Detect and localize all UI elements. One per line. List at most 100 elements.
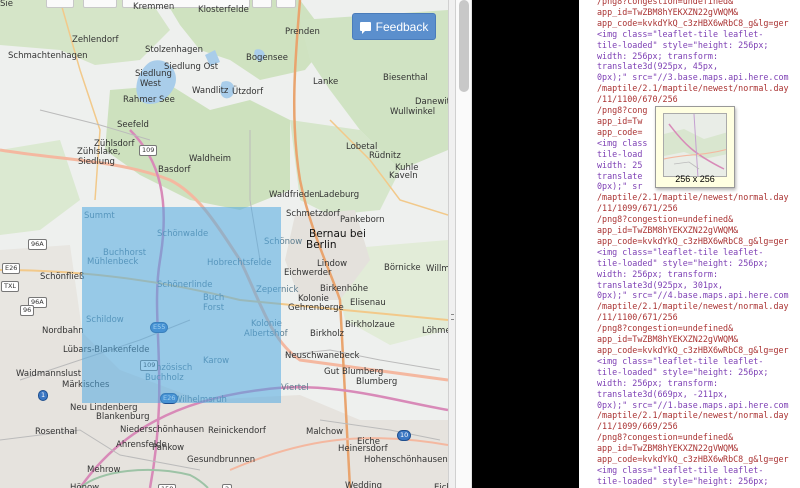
map-place-label: Bernau bei (309, 228, 366, 240)
map-place-label: Gut Blumberg (324, 367, 384, 377)
road-shield: 158 (158, 484, 177, 488)
map-place-label: Eichwerder (284, 268, 332, 278)
map-place-label: Rosenthal (35, 427, 78, 437)
code-line: 0px);" src="//4.base.maps.api.here.com (597, 290, 789, 301)
road-shield: 96A (28, 239, 47, 250)
map-place-label: Gesundbrunnen (187, 455, 256, 465)
code-line: <img class="leaflet-tile leaflet- (597, 28, 764, 39)
map-place-label: Hönow (70, 483, 100, 488)
map-place-label: Viertel (281, 383, 309, 393)
scrollbar-thumb[interactable] (459, 0, 469, 92)
scrollbar[interactable] (456, 0, 472, 488)
map-place-label: Malchow (306, 427, 344, 437)
map-place-label: Basdorf (158, 165, 191, 175)
map-place-label: Wedding (345, 481, 383, 488)
map-place-label: Siedlung (78, 157, 115, 167)
feedback-button[interactable]: Feedback (352, 13, 436, 40)
code-line: tile-loaded" style="height: 256px; (597, 475, 769, 486)
code-line: width: 256px; transform: (597, 50, 719, 61)
map-place-label: Birkholzaue (345, 320, 395, 330)
map-place-label: Birkenhöhe (320, 284, 369, 294)
map-place-label: Berlin (306, 239, 337, 251)
map-place-label: Zühlslake, (77, 147, 121, 157)
code-line: app_code=kvkdYkQ_c3zHBX6wRbC8_g&lg=ger (597, 345, 789, 355)
map-control-button[interactable] (252, 0, 272, 8)
map-place-label: Niederschönhausen (120, 425, 205, 435)
road-shield: 10 (397, 430, 412, 441)
code-line: /maptile/2.1/maptile/newest/normal.day (597, 83, 789, 94)
code-line: translate3d(925px, 301px, (597, 279, 724, 290)
code-line: <img class="leaflet-tile leaflet- (597, 464, 764, 475)
code-line: /png8?congestion=undefined& (597, 214, 734, 225)
code-line: /png8?congestion=undefined& (597, 0, 734, 6)
code-line: 0px);" src="//1.base.maps.api.here.com (597, 399, 789, 410)
code-line: translate3d(669px, -211px, (597, 388, 729, 399)
map-place-label: Eiche-Süd (434, 483, 448, 488)
code-line: /png8?congestion=undefined& (597, 323, 734, 334)
code-line: app_id=TwZBM8hYEKXZN22gVWQM& (597, 6, 739, 17)
road-shield: E26 (2, 263, 21, 274)
map-place-label: Wandlitz (192, 86, 229, 96)
map-place-label: Ladeburg (319, 190, 360, 200)
map-place-label: Blumberg (356, 377, 398, 387)
map-place-label: Seefeld (117, 120, 149, 130)
map-place-label: Kremmen (133, 2, 175, 12)
map-place-label: Schönfließ (40, 272, 85, 282)
map-place-label: Pankow (152, 443, 185, 453)
code-line: app_id=TwZBM8hYEKXZN22gVWQM& (597, 225, 739, 236)
map-place-label: Birkholz (310, 329, 345, 339)
map-place-label: Biesenthal (383, 73, 428, 83)
map-place-label: Siedlung (135, 69, 172, 79)
image-size-label: 256 x 256 (675, 174, 715, 184)
map-place-label: Gehrenberge (288, 303, 344, 313)
map-place-label: Waldfrieden (269, 190, 320, 200)
map-place-label: Elisenau (350, 298, 386, 308)
code-line: translate3d(925px, 45px, (597, 61, 719, 72)
code-line: /11/1100/670/256 (597, 94, 678, 105)
map-place-label: Klosterfelde (198, 5, 249, 15)
map-control-button[interactable] (83, 0, 117, 8)
selection-overlay[interactable] (82, 207, 281, 403)
map-control-button[interactable] (46, 0, 74, 8)
code-line: /maptile/2.1/maptile/newest/normal.day (597, 301, 789, 312)
road-shield: 109 (139, 145, 158, 156)
map-place-label: Rüdnitz (369, 151, 401, 161)
map-place-label: Schmetzdorf (286, 209, 340, 219)
code-line: /maptile/2.1/maptile/newest/normal.day (597, 192, 789, 203)
map-place-label: Stolzenhagen (145, 45, 203, 55)
map-view[interactable]: Kremmen Klosterfelde Zehlendorf Prenden Stol… (0, 0, 448, 488)
road-shield: 1 (38, 390, 49, 401)
code-line: /11/1100/671/256 (597, 312, 678, 323)
code-line: app_code=kvkdYkQ_c3zHBX6wRbC8_g&lg=ger (597, 235, 789, 246)
code-line: /maptile/2.1/maptile/newest/normal.day (597, 410, 789, 421)
road-shield: TXL (1, 281, 20, 292)
map-place-label: Eiche (357, 437, 381, 447)
map-place-label: Hohenschönhausen (364, 455, 448, 465)
map-place-label: Mehrow (87, 465, 121, 475)
source-code-text: /png8?congestion=undefined& app_id=TwZBM8… (597, 0, 789, 487)
map-place-label: Nordbahn (42, 326, 84, 336)
code-line: app_code=kvkdYkQ_c3zHBX6wRbC8_g&lg=ger (597, 454, 789, 465)
map-control-button[interactable] (276, 0, 296, 8)
map-place-label: Willm (426, 264, 448, 274)
road-shield: 96 (20, 305, 35, 316)
code-line: <img class="leaflet-tile leaflet- (597, 246, 764, 257)
code-line: tile-loaded" style="height: 256px; (597, 39, 769, 50)
map-place-label: Waldheim (189, 154, 232, 164)
map-place-label: West (140, 79, 161, 89)
code-line: tile-loaded" style="height: 256px; (597, 366, 769, 377)
code-line: <img class="leaflet-tile leaflet- (597, 355, 764, 366)
grip-icon (451, 314, 454, 320)
map-place-label: Waidmannslust (16, 369, 82, 379)
image-preview-tooltip: 256 x 256 (655, 106, 735, 188)
map-place-label: Kaveln (389, 171, 418, 181)
tile-thumbnail (663, 113, 727, 177)
code-line: app_id=TwZBM8hYEKXZN22gVWQM& (597, 334, 739, 345)
code-line: 0px);" src="//3.base.maps.api.here.com (597, 72, 789, 83)
code-line: width: 256px; transform: (597, 268, 719, 279)
map-place-label: Börnicke (384, 263, 421, 273)
panel-resize-handle[interactable] (448, 0, 456, 488)
map-place-label: Siedlung Ost (164, 62, 219, 72)
speech-bubble-icon (359, 22, 371, 34)
source-code-panel[interactable]: /png8?congestion=undefined& app_id=TwZBM8… (579, 0, 800, 488)
